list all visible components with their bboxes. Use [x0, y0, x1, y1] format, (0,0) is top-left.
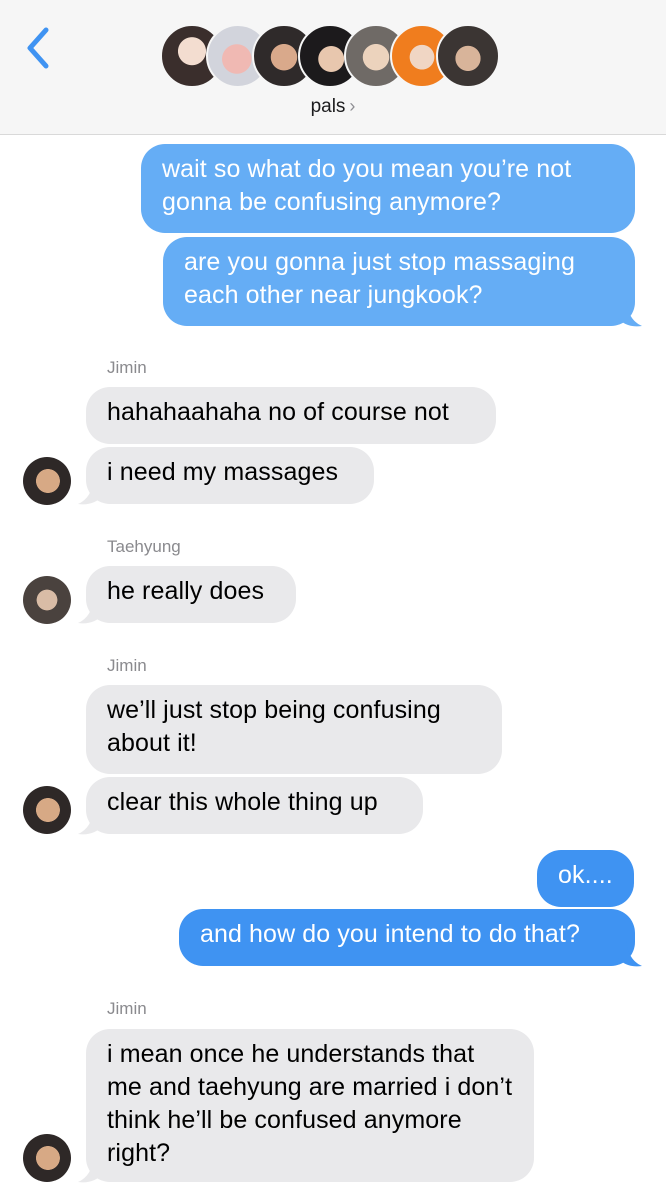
- conversation-header: pals ›: [0, 0, 666, 135]
- message-bubble-outgoing[interactable]: are you gonna just stop massaging each o…: [163, 237, 635, 326]
- jimin-avatar[interactable]: [23, 786, 71, 834]
- message-text: we’ll just stop being confusing about it…: [107, 696, 441, 757]
- group-name-button[interactable]: pals ›: [0, 96, 666, 118]
- messages-screen: pals › wait so what do you mean you’re no…: [0, 0, 666, 1200]
- sender-name: Taehyung: [107, 537, 181, 556]
- bubble-tail: [618, 300, 642, 327]
- message-bubble-incoming[interactable]: we’ll just stop being confusing about it…: [86, 685, 502, 774]
- message-text: ok....: [558, 861, 613, 889]
- bubble-tail: [78, 597, 102, 624]
- message-bubble-incoming[interactable]: hahahaahaha no of course not: [86, 387, 496, 444]
- message-text: and how do you intend to do that?: [200, 920, 580, 948]
- message-text: are you gonna just stop massaging each o…: [184, 248, 576, 309]
- message-text: clear this whole thing up: [107, 788, 378, 816]
- sender-name: Jimin: [107, 656, 147, 675]
- member-avatar-7: [436, 24, 500, 88]
- message-bubble-outgoing[interactable]: wait so what do you mean you’re not gonn…: [141, 144, 635, 233]
- bubble-tail: [618, 940, 642, 967]
- bubble-tail: [78, 478, 102, 505]
- message-bubble-incoming[interactable]: i mean once he understands that me and t…: [86, 1029, 534, 1182]
- bubble-tail: [78, 1156, 102, 1183]
- message-bubble-outgoing[interactable]: ok....: [537, 850, 634, 907]
- message-bubble-incoming[interactable]: i need my massages: [86, 447, 374, 504]
- chevron-right-icon: ›: [349, 96, 356, 116]
- sender-name: Jimin: [107, 358, 147, 377]
- message-text: he really does: [107, 577, 265, 605]
- jimin-avatar[interactable]: [23, 457, 71, 505]
- taehyung-avatar[interactable]: [23, 576, 71, 624]
- message-bubble-outgoing[interactable]: and how do you intend to do that?: [179, 909, 635, 966]
- message-text: hahahaahaha no of course not: [107, 398, 449, 426]
- group-name: pals: [310, 96, 346, 117]
- message-text: i need my massages: [107, 458, 339, 486]
- message-text: wait so what do you mean you’re not gonn…: [162, 155, 572, 216]
- back-button[interactable]: [22, 26, 62, 74]
- bubble-tail: [78, 808, 102, 835]
- message-text: i mean once he understands that me and t…: [107, 1040, 513, 1167]
- message-bubble-incoming[interactable]: clear this whole thing up: [86, 777, 423, 834]
- chevron-left-icon: [27, 27, 49, 69]
- sender-name: Jimin: [107, 999, 147, 1018]
- jimin-avatar[interactable]: [23, 1134, 71, 1182]
- message-bubble-incoming[interactable]: he really does: [86, 566, 296, 623]
